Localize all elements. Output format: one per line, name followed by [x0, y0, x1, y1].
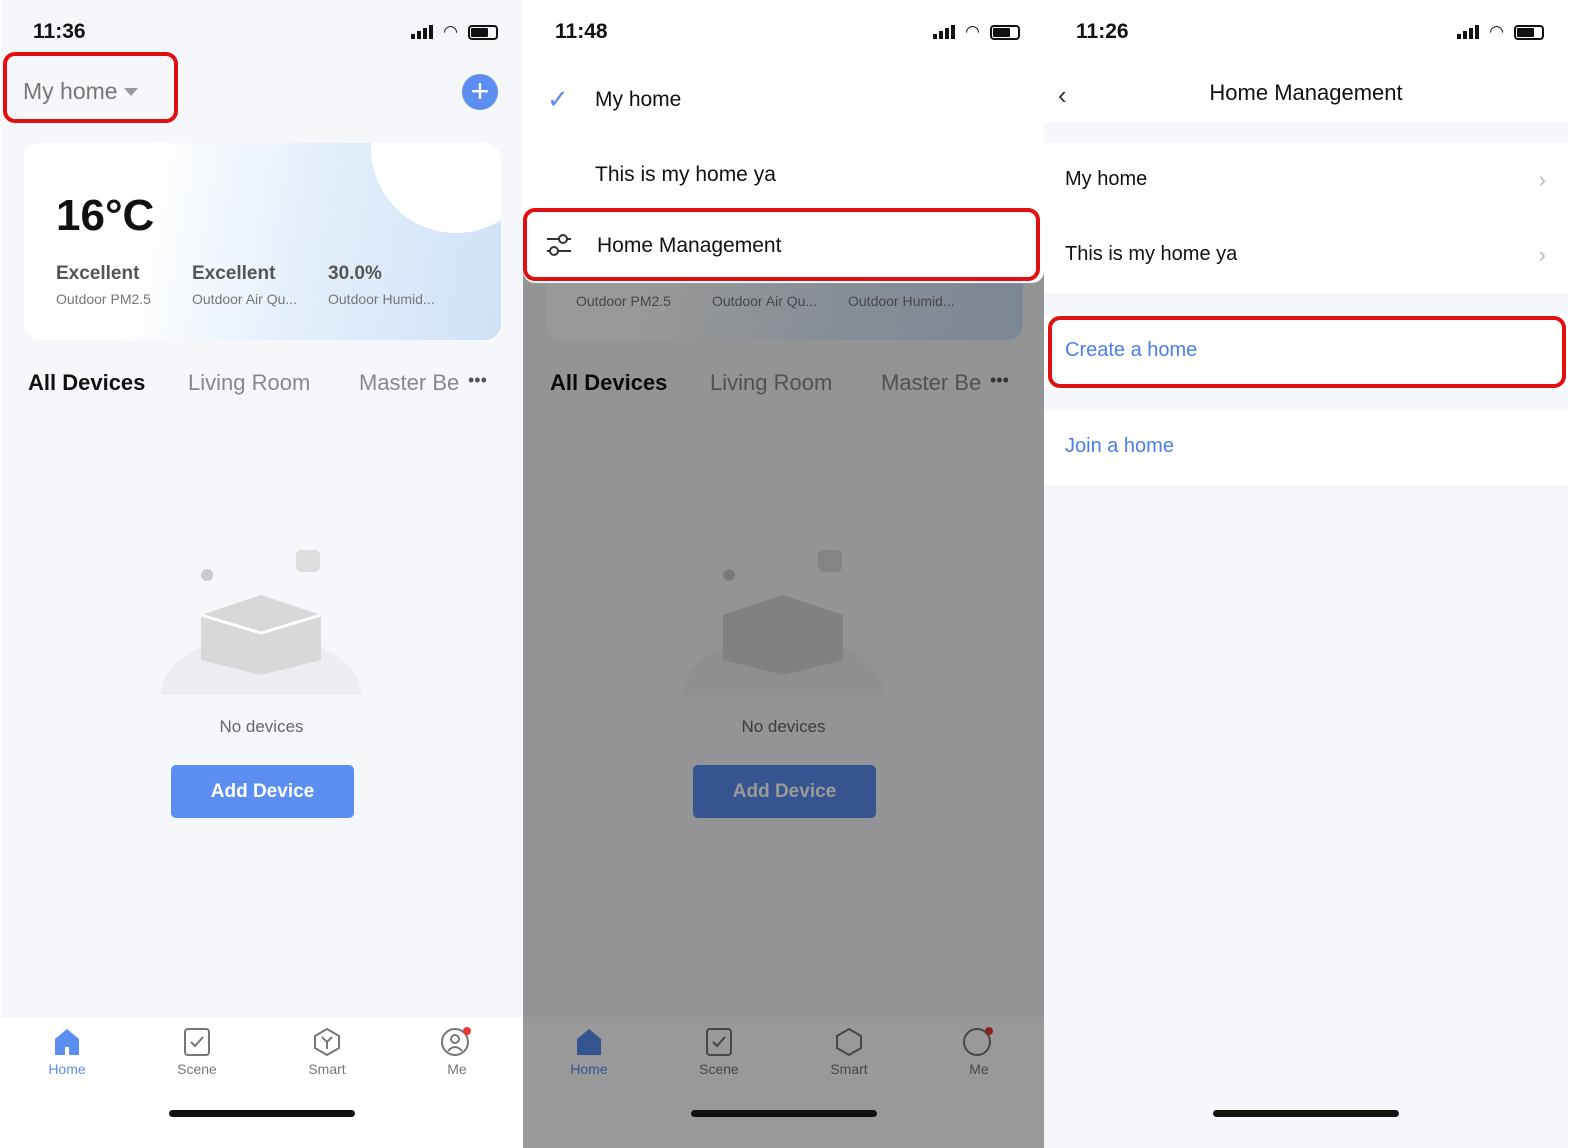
signal-icon	[933, 25, 956, 39]
empty-message: No devices	[219, 717, 304, 736]
temperature: 16°C	[56, 191, 155, 240]
home-switcher-screen: Outdoor PM2.5 Outdoor Air Qu... Outdoor …	[523, 0, 1044, 1148]
weather-stat: 30.0% Outdoor Humid...	[328, 263, 435, 307]
join-home-button[interactable]: Join a home	[1044, 410, 1568, 485]
home-indicator	[168, 1110, 355, 1117]
status-bar: 11:48 ◠	[523, 20, 1044, 46]
wifi-icon: ◠	[965, 22, 980, 41]
me-icon	[441, 1027, 471, 1056]
status-bar: 11:26 ◠	[1044, 20, 1568, 46]
chevron-right-icon: ›	[1538, 167, 1546, 192]
tab-scene[interactable]: Scene	[157, 1027, 237, 1077]
home-row-this-is-my-home-ya[interactable]: This is my home ya ›	[1044, 218, 1568, 293]
tab-all-devices[interactable]: All Devices	[28, 370, 145, 396]
battery-icon	[1514, 24, 1544, 40]
tab-smart[interactable]: Smart	[287, 1027, 367, 1077]
menu-item-my-home[interactable]: My home	[595, 88, 681, 112]
home-icon	[55, 1029, 79, 1055]
page-title: Home Management	[1209, 80, 1403, 105]
highlight-box	[523, 208, 1040, 281]
battery-icon	[990, 24, 1020, 40]
highlight-box	[1048, 316, 1566, 388]
check-icon: ✓	[547, 84, 569, 114]
status-bar: 11:36 ◠	[1, 20, 522, 46]
battery-icon	[468, 24, 498, 40]
tab-living-room[interactable]: Living Room	[188, 370, 310, 396]
chevron-right-icon: ›	[1538, 242, 1546, 267]
home-indicator	[1213, 1110, 1399, 1117]
weather-stat: Excellent Outdoor Air Qu...	[192, 263, 298, 307]
menu-item-this-is-my-home-ya[interactable]: This is my home ya	[595, 163, 776, 187]
add-device-button[interactable]: Add Device	[171, 765, 354, 818]
more-icon[interactable]: •••	[468, 370, 487, 391]
tab-master-bedroom[interactable]: Master Be	[359, 370, 459, 396]
signal-icon	[411, 25, 434, 39]
add-button[interactable]: +	[462, 74, 498, 110]
weather-stat: Excellent Outdoor PM2.5	[56, 263, 151, 307]
home-management-screen: 11:26 ◠ ‹ Home Management My home › This …	[1044, 0, 1568, 1148]
highlight-box	[3, 52, 178, 123]
wifi-icon: ◠	[443, 22, 458, 41]
home-screen: 11:36 ◠ My home + 16°C Excellent Outdoor …	[1, 0, 522, 1148]
scene-icon	[184, 1028, 210, 1056]
tab-me[interactable]: Me	[417, 1027, 497, 1077]
clock: 11:48	[555, 20, 608, 43]
clock: 11:26	[1076, 20, 1129, 43]
signal-icon	[1457, 25, 1480, 39]
smart-icon	[314, 1027, 340, 1057]
weather-card: 16°C Excellent Outdoor PM2.5 Excellent Out…	[24, 143, 501, 340]
home-indicator	[690, 1110, 877, 1117]
tab-home[interactable]: Home	[27, 1027, 107, 1077]
empty-box-icon	[161, 550, 361, 695]
wifi-icon: ◠	[1489, 22, 1504, 41]
clock: 11:36	[33, 20, 86, 43]
home-row-my-home[interactable]: My home ›	[1044, 143, 1568, 218]
tab-bar: Home Scene Smart Me	[1, 1017, 522, 1148]
